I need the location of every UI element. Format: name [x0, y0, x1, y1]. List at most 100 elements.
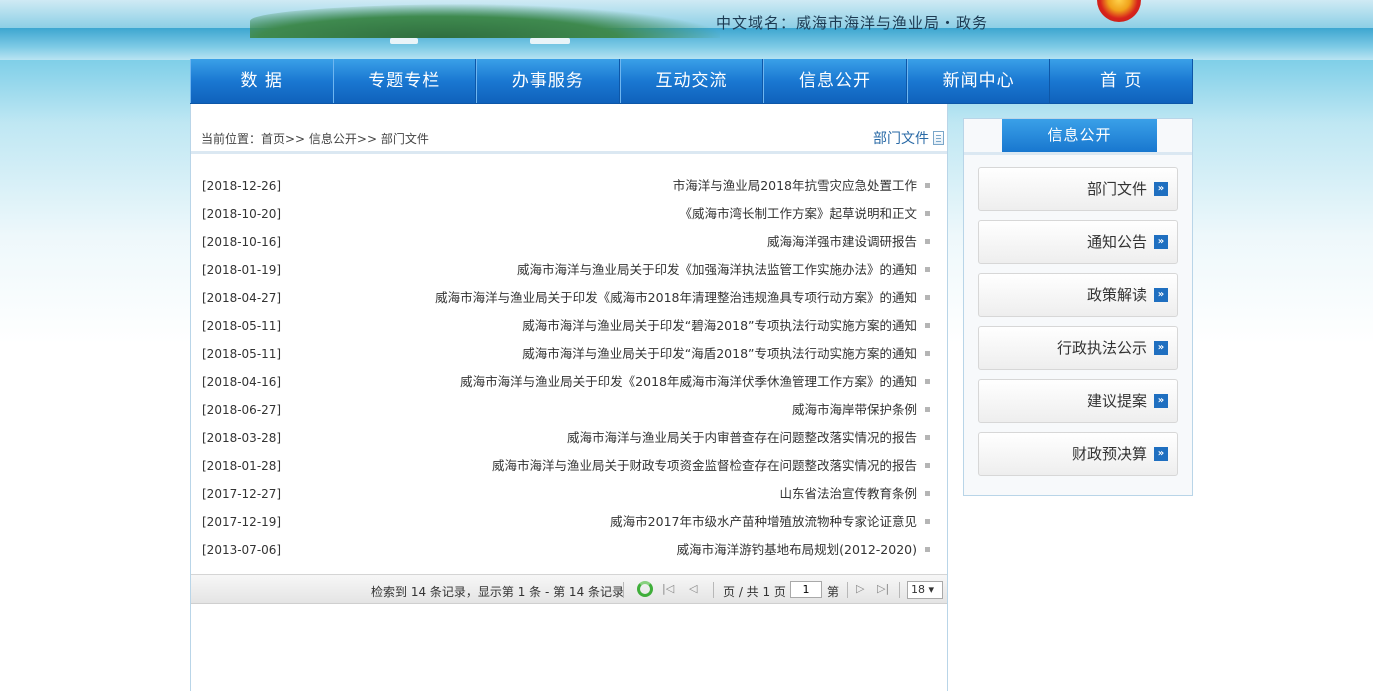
bullet-icon	[925, 519, 930, 524]
prev-page-icon[interactable]: ◁	[689, 582, 697, 595]
list-item[interactable]: [2018-01-28] 威海市海洋与渔业局关于财政专项资金监督检查存在问题整改落…	[191, 452, 947, 480]
next-page-icon[interactable]: ▷	[856, 582, 864, 595]
list-item[interactable]: [2018-10-16] 威海海洋强市建设调研报告	[191, 228, 947, 256]
nav-services[interactable]: 办事服务	[476, 59, 620, 103]
pager-total-pages: 页 / 共 1 页	[723, 585, 786, 599]
doc-date: [2017-12-27]	[202, 487, 282, 501]
nav-topics[interactable]: 专题专栏	[332, 59, 477, 103]
bullet-icon	[925, 435, 930, 440]
double-chevron-icon: »	[1154, 447, 1168, 461]
doc-date: [2018-12-26]	[202, 179, 282, 193]
double-chevron-icon: »	[1154, 182, 1168, 196]
list-item[interactable]: [2018-06-27] 威海市海岸带保护条例	[191, 396, 947, 424]
doc-title-link[interactable]: 山东省法治宣传教育条例	[779, 480, 917, 508]
pager: 检索到 14 条记录，显示第 1 条 - 第 14 条记录 |◁ ◁ 页 / 共…	[191, 574, 947, 604]
sidebar-menu: 部门文件 » 通知公告 » 政策解读 » 行政执法公示 » 建议提案 » 财政预决算 »	[978, 167, 1178, 485]
doc-date: [2018-01-28]	[202, 459, 282, 473]
list-item[interactable]: [2018-12-26] 市海洋与渔业局2018年抗雪灾应急处置工作	[191, 172, 947, 200]
double-chevron-icon: »	[1154, 394, 1168, 408]
doc-date: [2013-07-06]	[202, 543, 282, 557]
main-header: 当前位置：首页>> 信息公开>> 部门文件 部门文件	[191, 124, 947, 154]
list-item[interactable]: [2013-07-06] 威海市海洋游钓基地布局规划(2012-2020)	[191, 536, 947, 564]
sidebar-item-department-docs[interactable]: 部门文件 »	[978, 167, 1178, 211]
doc-title-link[interactable]: 威海市海洋与渔业局关于印发《威海市2018年清理整治违规渔具专项行动方案》的通知	[435, 284, 917, 312]
nav-home[interactable]: 首 页	[1050, 59, 1193, 103]
list-item[interactable]: [2018-01-19] 威海市海洋与渔业局关于印发《加强海洋执法监管工作实施办法…	[191, 256, 947, 284]
sidebar-divider	[964, 152, 1192, 155]
page-size-select[interactable]: 18 ▾	[907, 581, 943, 599]
doc-title-link[interactable]: 市海洋与渔业局2018年抗雪灾应急处置工作	[673, 172, 917, 200]
section-title-label: 部门文件	[873, 131, 929, 147]
pager-separator	[847, 582, 848, 598]
sidebar-tab[interactable]: 信息公开	[1002, 119, 1157, 152]
sidebar-item-label: 行政执法公示	[1056, 339, 1147, 357]
double-chevron-icon: »	[1154, 288, 1168, 302]
list-item[interactable]: [2017-12-27] 山东省法治宣传教育条例	[191, 480, 947, 508]
sidebar-item-budget[interactable]: 财政预决算 »	[978, 432, 1178, 476]
doc-date: [2018-05-11]	[202, 347, 282, 361]
doc-title-link[interactable]: 威海市海洋游钓基地布局规划(2012-2020)	[677, 536, 917, 564]
bullet-icon	[925, 239, 930, 244]
pager-separator	[899, 582, 900, 598]
bullet-icon	[925, 379, 930, 384]
sidebar-item-label: 财政预决算	[1071, 445, 1147, 463]
doc-title-link[interactable]: 威海海洋强市建设调研报告	[767, 228, 917, 256]
pager-page-label: 第	[827, 585, 840, 599]
document-icon	[933, 131, 944, 145]
bullet-icon	[925, 463, 930, 468]
refresh-icon[interactable]	[637, 581, 653, 597]
last-page-icon[interactable]: ▷|	[877, 582, 889, 595]
page-number-input[interactable]	[790, 581, 822, 598]
doc-title-link[interactable]: 威海市海洋与渔业局关于印发“碧海2018”专项执法行动实施方案的通知	[522, 312, 917, 340]
doc-title-link[interactable]: 威海市海洋与渔业局关于印发“海盾2018”专项执法行动实施方案的通知	[522, 340, 917, 368]
banner-island	[250, 4, 720, 38]
doc-date: [2018-05-11]	[202, 319, 282, 333]
list-item[interactable]: [2017-12-19] 威海市2017年市级水产苗种增殖放流物种专家论证意见	[191, 508, 947, 536]
nav-data[interactable]: 数 据	[189, 59, 333, 103]
nav-interaction[interactable]: 互动交流	[619, 59, 764, 103]
doc-title-link[interactable]: 威海市海洋与渔业局关于内审普查存在问题整改落实情况的报告	[567, 424, 917, 452]
emblem-icon	[1097, 0, 1141, 22]
banner-boat	[390, 38, 418, 44]
bullet-icon	[925, 547, 930, 552]
doc-date: [2018-04-16]	[202, 375, 282, 389]
doc-title-link[interactable]: 威海市海洋与渔业局关于财政专项资金监督检查存在问题整改落实情况的报告	[492, 452, 917, 480]
list-item[interactable]: [2018-05-11] 威海市海洋与渔业局关于印发“海盾2018”专项执法行动实…	[191, 340, 947, 368]
sidebar-item-policy[interactable]: 政策解读 »	[978, 273, 1178, 317]
doc-date: [2018-03-28]	[202, 431, 282, 445]
sidebar-item-notices[interactable]: 通知公告 »	[978, 220, 1178, 264]
nav-info-public[interactable]: 信息公开	[763, 59, 907, 103]
sidebar-item-label: 部门文件	[1086, 180, 1147, 198]
list-item[interactable]: [2018-04-27] 威海市海洋与渔业局关于印发《威海市2018年清理整治违规…	[191, 284, 947, 312]
site-name: 中文域名：威海市海洋与渔业局・政务	[716, 14, 989, 32]
double-chevron-icon: »	[1154, 341, 1168, 355]
main-nav: 首 页 新闻中心 信息公开 互动交流 办事服务 专题专栏 数 据	[189, 59, 1193, 104]
doc-title-link[interactable]: 威海市2017年市级水产苗种增殖放流物种专家论证意见	[610, 508, 917, 536]
doc-title-link[interactable]: 威海市海洋与渔业局关于印发《加强海洋执法监管工作实施办法》的通知	[517, 256, 917, 284]
pager-separator	[623, 582, 624, 598]
list-item[interactable]: [2018-10-20] 《威海市湾长制工作方案》起草说明和正文	[191, 200, 947, 228]
first-page-icon[interactable]: |◁	[662, 582, 674, 595]
banner-ship	[530, 38, 570, 44]
doc-title-link[interactable]: 威海市海洋与渔业局关于印发《2018年威海市海洋伏季休渔管理工作方案》的通知	[460, 368, 917, 396]
doc-title-link[interactable]: 威海市海岸带保护条例	[792, 396, 917, 424]
sidebar-item-label: 政策解读	[1086, 286, 1147, 304]
sidebar-item-proposals[interactable]: 建议提案 »	[978, 379, 1178, 423]
document-list: [2018-12-26] 市海洋与渔业局2018年抗雪灾应急处置工作 [2018-…	[191, 172, 947, 564]
doc-date: [2018-10-16]	[202, 235, 282, 249]
list-item[interactable]: [2018-04-16] 威海市海洋与渔业局关于印发《2018年威海市海洋伏季休渔…	[191, 368, 947, 396]
nav-news[interactable]: 新闻中心	[906, 59, 1051, 103]
sidebar-item-label: 通知公告	[1086, 233, 1147, 251]
bullet-icon	[925, 323, 930, 328]
pager-separator	[713, 582, 714, 598]
bullet-icon	[925, 295, 930, 300]
sidebar-item-enforcement[interactable]: 行政执法公示 »	[978, 326, 1178, 370]
list-item[interactable]: [2018-05-11] 威海市海洋与渔业局关于印发“碧海2018”专项执法行动实…	[191, 312, 947, 340]
list-item[interactable]: [2018-03-28] 威海市海洋与渔业局关于内审普查存在问题整改落实情况的报告	[191, 424, 947, 452]
doc-date: [2017-12-19]	[202, 515, 282, 529]
header-banner: 中文域名：威海市海洋与渔业局・政务	[0, 0, 1373, 60]
doc-title-link[interactable]: 《威海市湾长制工作方案》起草说明和正文	[679, 200, 917, 228]
bullet-icon	[925, 211, 930, 216]
bullet-icon	[925, 183, 930, 188]
bullet-icon	[925, 407, 930, 412]
